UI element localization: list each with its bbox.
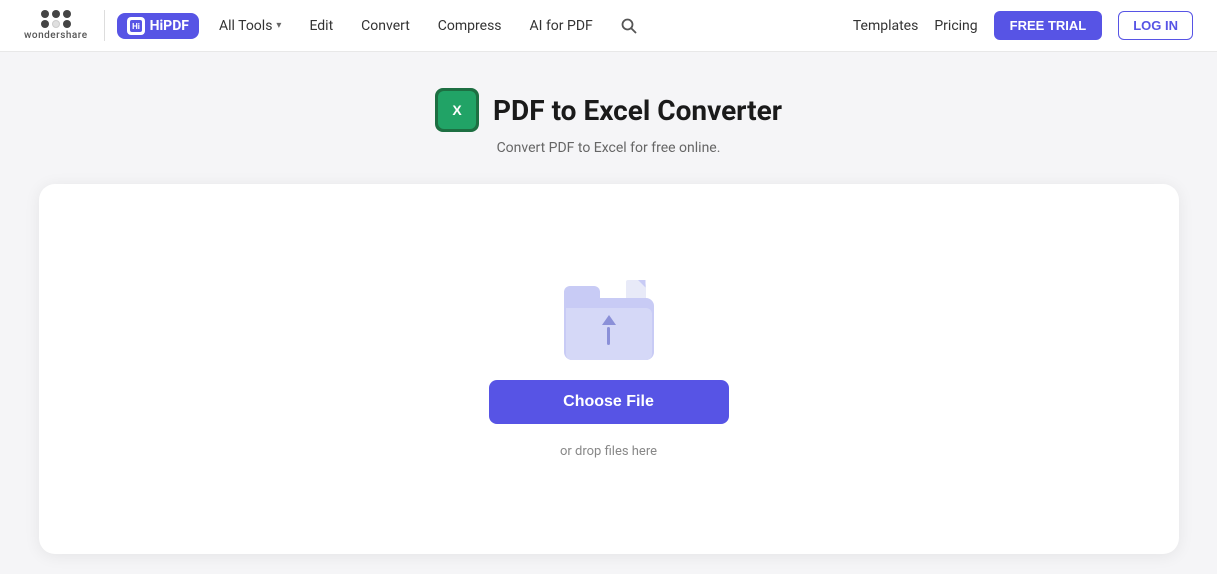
nav-pricing[interactable]: Pricing xyxy=(934,18,977,34)
hipdf-icon: Hi xyxy=(127,17,145,35)
nav-edit[interactable]: Edit xyxy=(297,12,345,40)
search-button[interactable] xyxy=(613,10,645,42)
login-button[interactable]: LOG IN xyxy=(1118,11,1193,40)
wondershare-logo: wondershare xyxy=(24,10,88,41)
choose-file-button[interactable]: Choose File xyxy=(489,380,729,424)
page-header: X PDF to Excel Converter Convert PDF to … xyxy=(435,88,782,156)
nav-items: All Tools ▾ Edit Convert Compress AI for… xyxy=(207,10,645,42)
svg-text:Hi: Hi xyxy=(132,22,140,31)
chevron-down-icon: ▾ xyxy=(276,20,281,31)
page-title-row: X PDF to Excel Converter xyxy=(435,88,782,132)
search-icon xyxy=(620,17,638,35)
nav-compress[interactable]: Compress xyxy=(426,12,514,40)
excel-icon-inner: X xyxy=(438,91,476,129)
hipdf-label: HiPDF xyxy=(150,18,189,34)
dropzone-card[interactable]: Choose File or drop files here xyxy=(39,184,1179,554)
logo-area: wondershare xyxy=(24,10,105,41)
drop-hint-text: or drop files here xyxy=(560,444,657,459)
wondershare-text: wondershare xyxy=(24,30,88,41)
excel-icon: X xyxy=(435,88,479,132)
navbar-right: Templates Pricing FREE TRIAL LOG IN xyxy=(853,11,1193,40)
folder-tab xyxy=(564,286,600,298)
nav-ai[interactable]: AI for PDF xyxy=(518,12,605,40)
svg-text:X: X xyxy=(452,102,462,118)
nav-convert[interactable]: Convert xyxy=(349,12,422,40)
page-subtitle: Convert PDF to Excel for free online. xyxy=(497,140,721,156)
nav-all-tools[interactable]: All Tools ▾ xyxy=(207,12,293,40)
navbar: wondershare Hi HiPDF All Tools ▾ Edit Co… xyxy=(0,0,1217,52)
upload-arrow-icon xyxy=(602,315,616,345)
main-content: X PDF to Excel Converter Convert PDF to … xyxy=(0,52,1217,574)
hipdf-badge[interactable]: Hi HiPDF xyxy=(117,13,199,39)
upload-illustration xyxy=(564,280,654,360)
page-title: PDF to Excel Converter xyxy=(493,94,782,127)
folder-front xyxy=(566,308,652,360)
free-trial-button[interactable]: FREE TRIAL xyxy=(994,11,1103,40)
navbar-left: wondershare Hi HiPDF All Tools ▾ Edit Co… xyxy=(24,10,645,42)
nav-templates[interactable]: Templates xyxy=(853,18,919,34)
